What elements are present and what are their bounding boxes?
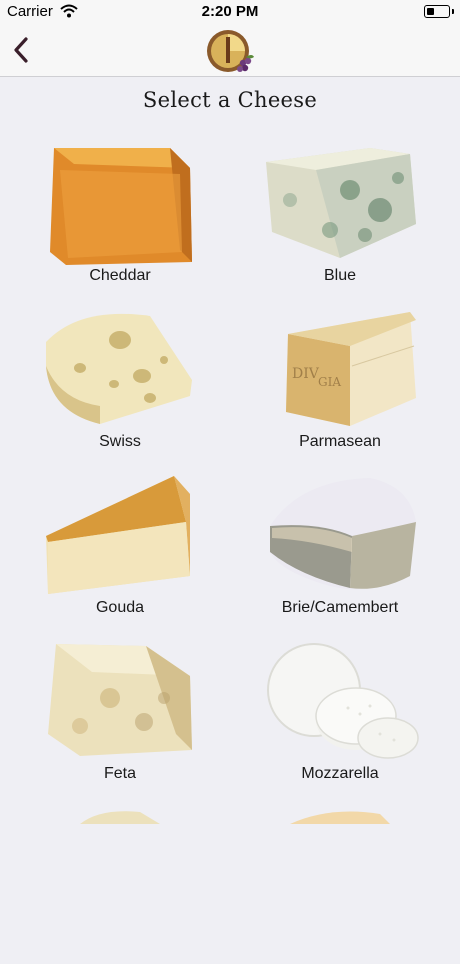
cheese-wine-logo bbox=[202, 27, 258, 77]
status-bar: Carrier 2:20 PM bbox=[0, 0, 460, 24]
status-time: 2:20 PM bbox=[201, 3, 259, 20]
cheese-item-mozzarella[interactable]: Mozzarella bbox=[240, 638, 440, 798]
mozzarella-image bbox=[267, 643, 419, 759]
cheese-image-partial bbox=[290, 811, 390, 824]
battery-icon bbox=[424, 5, 454, 18]
cheese-item-partial[interactable] bbox=[240, 804, 440, 964]
back-button[interactable] bbox=[4, 30, 44, 70]
cheese-item-brie-camembert[interactable]: Brie/Camembert bbox=[240, 472, 440, 632]
blue-cheese-image bbox=[266, 148, 416, 258]
cheese-item-parmasean[interactable]: DIV GIA Parmasean bbox=[240, 306, 440, 466]
brie-camembert-image bbox=[270, 478, 416, 590]
gouda-image bbox=[46, 476, 190, 594]
cheese-label: Parmasean bbox=[299, 433, 381, 450]
svg-text:GIA: GIA bbox=[318, 375, 341, 389]
navigation-bar bbox=[0, 24, 460, 77]
svg-text:DIV: DIV bbox=[292, 366, 320, 382]
parmasean-image: DIV GIA bbox=[286, 312, 416, 426]
cheese-label: Cheddar bbox=[89, 267, 151, 284]
cheese-label: Gouda bbox=[95, 599, 145, 616]
swiss-image bbox=[46, 313, 192, 424]
cheese-label: Feta bbox=[103, 765, 136, 782]
feta-image bbox=[48, 644, 192, 756]
cheese-item-cheddar[interactable]: Cheddar bbox=[20, 140, 220, 300]
cheese-image-partial bbox=[80, 811, 160, 824]
cheese-label: Mozzarella bbox=[301, 765, 379, 782]
cheese-item-partial[interactable] bbox=[20, 804, 220, 964]
cheddar-image bbox=[50, 148, 192, 265]
cheese-item-gouda[interactable]: Gouda bbox=[20, 472, 220, 632]
cheese-label: Brie/Camembert bbox=[281, 599, 399, 616]
cheese-item-blue[interactable]: Blue bbox=[240, 140, 440, 300]
cheese-item-swiss[interactable]: Swiss bbox=[20, 306, 220, 466]
page-title: Select a Cheese bbox=[142, 88, 318, 112]
chevron-left-icon bbox=[14, 37, 28, 63]
cheese-item-feta[interactable]: Feta bbox=[20, 638, 220, 798]
cheese-label: Blue bbox=[323, 267, 357, 284]
cheese-label: Swiss bbox=[99, 433, 141, 450]
